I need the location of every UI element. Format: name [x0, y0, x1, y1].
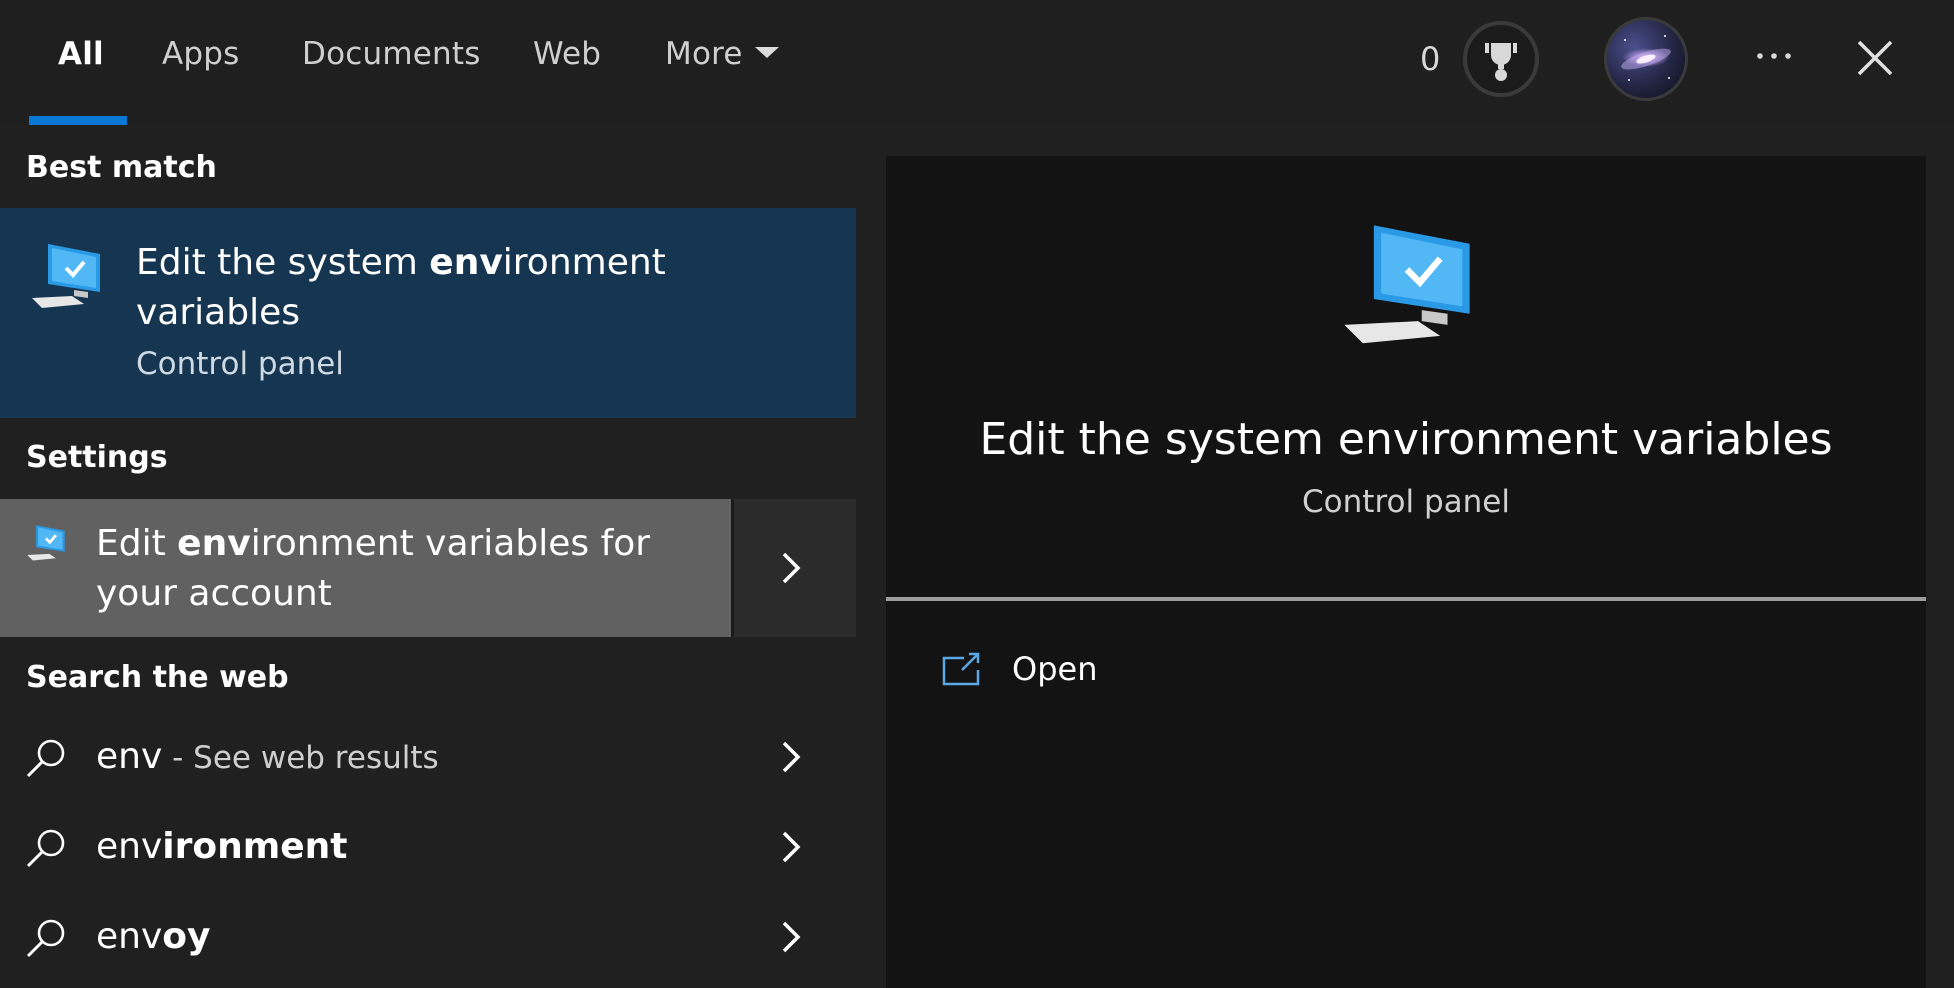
ellipsis-icon[interactable] — [1752, 34, 1796, 78]
settings-result-title: Edit environment variables for your acco… — [96, 519, 716, 619]
chevron-right-icon[interactable] — [781, 740, 801, 774]
chevron-down-icon — [754, 47, 779, 58]
user-avatar[interactable] — [1604, 17, 1688, 101]
settings-title-text: Edit — [96, 523, 178, 564]
best-match-title-highlight: env — [429, 242, 503, 283]
best-match-subtitle: Control panel — [136, 346, 344, 382]
monitor-check-icon — [27, 525, 65, 561]
web-result-row[interactable]: envoy — [0, 898, 856, 986]
search-web-heading: Search the web — [26, 660, 289, 695]
search-icon — [26, 919, 65, 958]
open-label: Open — [1012, 650, 1098, 688]
settings-heading: Settings — [26, 440, 168, 475]
tab-apps[interactable]: Apps — [162, 36, 240, 72]
preview-panel: Edit the system environment variables Co… — [886, 156, 1926, 988]
open-action[interactable]: Open — [942, 644, 1342, 700]
preview-title: Edit the system environment variables — [979, 414, 1833, 465]
web-result-highlight: ironment — [162, 826, 348, 867]
best-match-title: Edit the system environment variables — [136, 238, 696, 338]
web-result-text: envoy — [96, 916, 210, 957]
monitor-check-icon — [32, 244, 100, 308]
results-panel: Best match Edit the system environment v… — [0, 126, 856, 988]
best-match-result[interactable]: Edit the system environment variables Co… — [0, 208, 856, 418]
web-result-suffix: - See web results — [162, 740, 439, 776]
galaxy-icon — [1621, 35, 1671, 81]
open-external-icon — [942, 652, 980, 686]
web-result-text: environment — [96, 826, 348, 867]
search-icon — [26, 739, 65, 778]
close-icon[interactable] — [1855, 38, 1895, 78]
rewards-points: 0 — [1420, 40, 1441, 78]
web-result-text: env - See web results — [96, 736, 439, 777]
tab-more-label: More — [665, 36, 743, 72]
settings-result[interactable]: Edit environment variables for your acco… — [0, 499, 856, 637]
divider — [886, 597, 1926, 601]
tab-documents[interactable]: Documents — [302, 36, 481, 72]
search-filter-bar: All Apps Documents Web More 0 — [0, 0, 1954, 126]
search-icon — [26, 829, 65, 868]
tab-more[interactable]: More — [665, 36, 779, 72]
web-result-row[interactable]: env - See web results — [0, 718, 856, 806]
chevron-right-icon[interactable] — [781, 551, 801, 585]
web-result-query: env — [96, 736, 163, 777]
web-result-highlight: oy — [162, 916, 211, 957]
rewards-button[interactable] — [1463, 21, 1539, 97]
active-tab-indicator — [29, 116, 127, 125]
chevron-right-icon[interactable] — [781, 920, 801, 954]
web-result-query: env — [96, 916, 163, 957]
settings-result-main[interactable]: Edit environment variables for your acco… — [0, 499, 731, 637]
monitor-check-icon — [1344, 225, 1470, 344]
web-result-query: env — [96, 826, 163, 867]
trophy-icon — [1485, 43, 1517, 81]
best-match-title-text: Edit the system — [136, 242, 430, 283]
divider — [731, 499, 734, 637]
preview-subtitle: Control panel — [1302, 484, 1510, 520]
tab-all[interactable]: All — [58, 36, 104, 72]
tab-web[interactable]: Web — [533, 36, 601, 72]
chevron-right-icon[interactable] — [781, 830, 801, 864]
best-match-heading: Best match — [26, 150, 217, 185]
settings-title-highlight: env — [177, 523, 251, 564]
web-result-row[interactable]: environment — [0, 808, 856, 896]
